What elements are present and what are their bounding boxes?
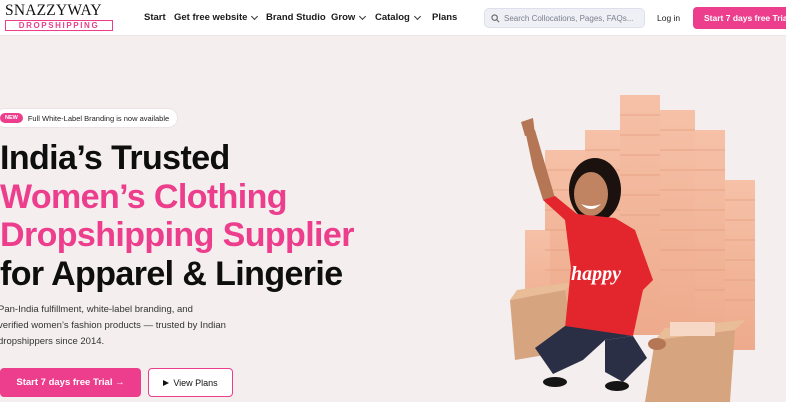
start-trial-button[interactable]: Start 7 days free Trial → (0, 368, 141, 397)
nav-item-get-free-website[interactable]: Get free website (174, 12, 259, 23)
description-line-1: Pan-India fulfillment, white-label brand… (0, 304, 193, 315)
description-line-2: verified women’s fashion products — trus… (0, 320, 226, 331)
headline-line-4: for Apparel & Lingerie (0, 254, 343, 293)
logo-tagline: DROPSHIPPING (5, 20, 113, 31)
announcement-text: Full White-Label Branding is now availab… (27, 113, 170, 123)
search-icon (491, 13, 500, 22)
nav-item-label: Start (144, 12, 166, 23)
view-plans-button[interactable]: View Plans (148, 368, 233, 397)
new-badge: NEW (0, 113, 23, 123)
nav-item-plans[interactable]: Plans (432, 12, 457, 23)
play-icon (163, 379, 170, 386)
nav-item-label: Get free website (174, 12, 248, 23)
hero-headline: India’s Trusted Women’s Clothing Dropshi… (0, 139, 354, 293)
headline-line-1: India’s Trusted (0, 139, 230, 177)
chevron-down-icon (413, 12, 421, 20)
logo-wordmark: SNAZZYWAY (5, 2, 102, 19)
hero-image: happy (510, 95, 755, 402)
nav-item-label: Plans (432, 12, 458, 23)
nav-item-brand-studio[interactable]: Brand Studio (266, 12, 326, 23)
chevron-down-icon (251, 12, 259, 20)
announcement-badge[interactable]: NEW Full White-Label Branding is now ava… (0, 109, 178, 127)
site-header: SNAZZYWAY DROPSHIPPING Start Get free we… (0, 0, 786, 36)
nav-item-catalog[interactable]: Catalog (375, 12, 421, 23)
headline-line-2: Women’s Clothing (0, 177, 288, 216)
view-plans-label: View Plans (173, 377, 218, 388)
chevron-down-icon (359, 12, 367, 20)
nav-item-grow[interactable]: Grow (331, 12, 367, 23)
nav-item-label: Catalog (375, 12, 410, 23)
header-trial-button[interactable]: Start 7 days free Trial (693, 7, 786, 29)
description-line-3: dropshippers since 2014. (0, 336, 105, 347)
logo[interactable]: SNAZZYWAY DROPSHIPPING (5, 3, 115, 33)
login-link[interactable]: Log in (657, 13, 680, 23)
hero-description: Pan-India fulfillment, white-label brand… (0, 302, 268, 350)
search-input[interactable] (504, 13, 639, 23)
headline-line-3: Dropshipping Supplier (0, 216, 354, 254)
search-box[interactable] (484, 8, 645, 28)
shirt-print: happy (571, 263, 621, 285)
nav-item-start[interactable]: Start (144, 12, 166, 23)
nav-item-label: Brand Studio (266, 12, 326, 23)
nav-item-label: Grow (331, 12, 356, 23)
